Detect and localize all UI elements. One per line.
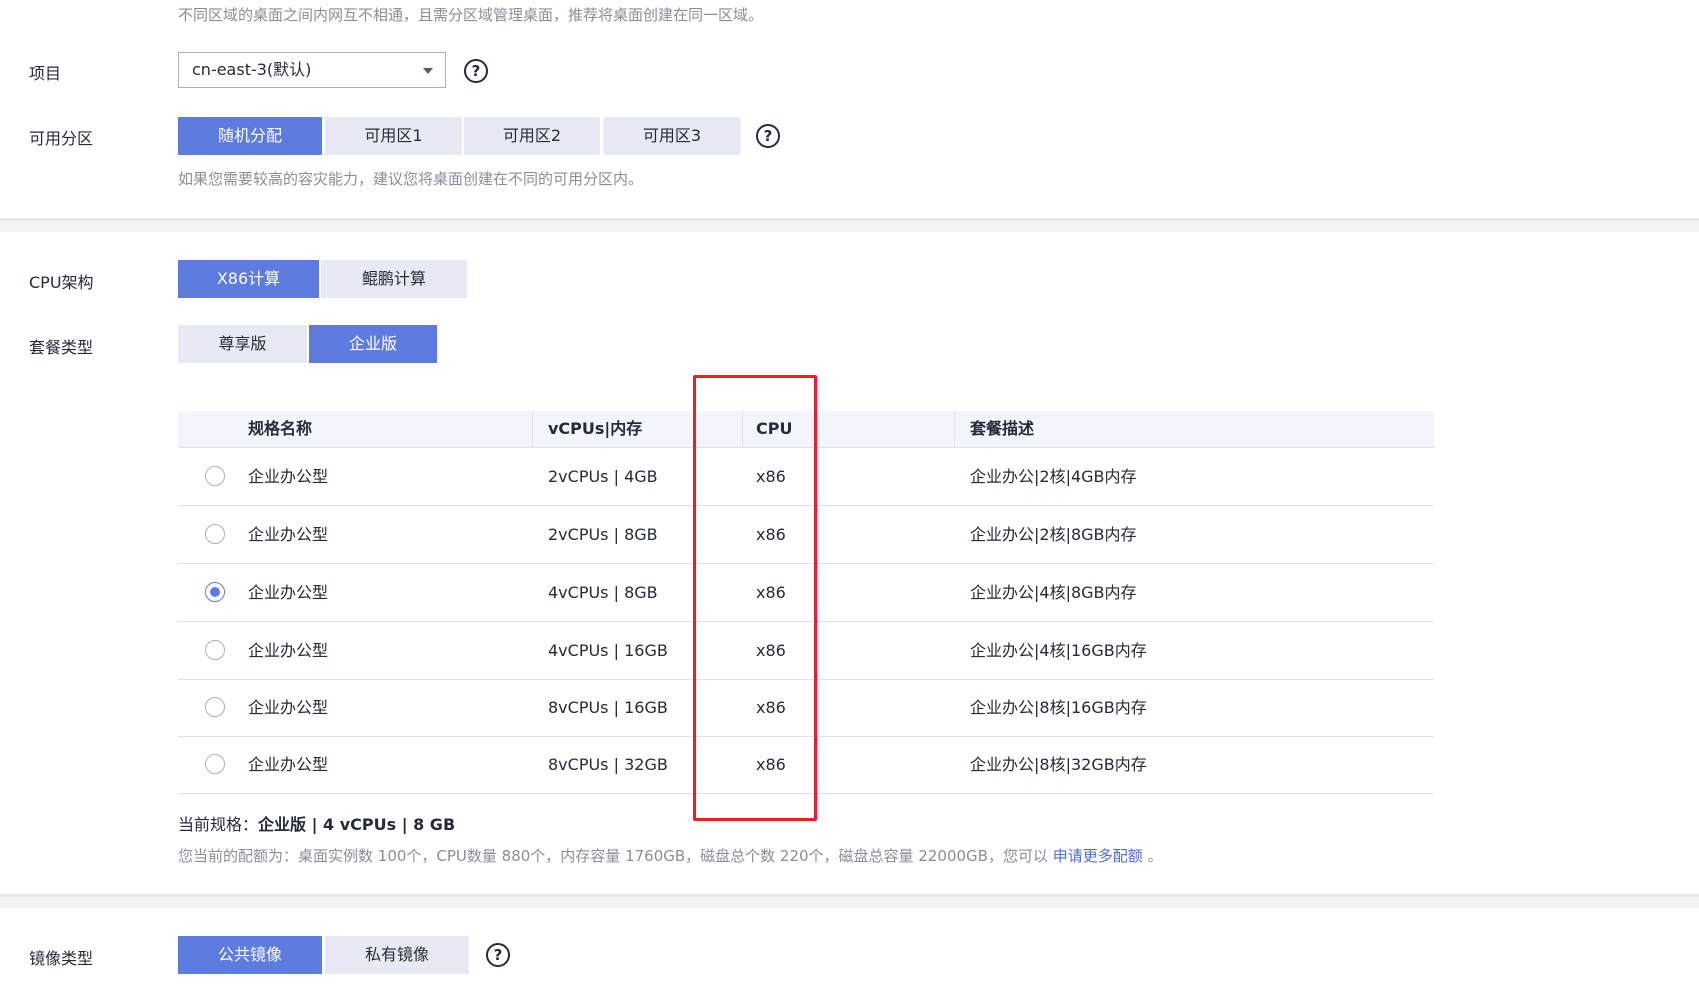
image-type-help-icon[interactable]: ? xyxy=(486,943,510,967)
row-radio[interactable] xyxy=(205,524,225,544)
package-type-premium[interactable]: 尊享版 xyxy=(178,325,307,363)
caret-down-icon xyxy=(423,68,433,74)
row-desc: 企业办公|4核|16GB内存 xyxy=(970,641,1147,660)
row-desc: 企业办公|8核|32GB内存 xyxy=(970,755,1147,774)
image-type-label: 镜像类型 xyxy=(29,949,94,968)
row-radio[interactable] xyxy=(205,466,225,486)
cpu-arch-kunpeng[interactable]: 鲲鹏计算 xyxy=(321,260,467,298)
region-hint: 不同区域的桌面之间内网互不相通，且需分区域管理桌面，推荐将桌面创建在同一区域。 xyxy=(178,6,764,24)
project-select[interactable]: cn-east-3(默认) xyxy=(178,52,446,88)
row-spec: 4vCPUs | 16GB xyxy=(548,641,668,660)
section-divider xyxy=(0,218,1699,232)
quota-suffix: 。 xyxy=(1147,847,1163,865)
cpu-column-highlight-box xyxy=(693,375,817,821)
zone-option-3[interactable]: 可用区3 xyxy=(603,117,741,155)
image-type-private[interactable]: 私有镜像 xyxy=(325,936,469,974)
zone-hint: 如果您需要较高的容灾能力，建议您将桌面创建在不同的可用分区内。 xyxy=(178,170,644,188)
row-desc: 企业办公|4核|8GB内存 xyxy=(970,583,1137,602)
project-help-icon[interactable]: ? xyxy=(464,59,488,83)
row-spec: 2vCPUs | 8GB xyxy=(548,525,658,544)
project-select-value: cn-east-3(默认) xyxy=(192,60,312,79)
row-spec-name: 企业办公型 xyxy=(248,755,329,774)
row-radio[interactable] xyxy=(205,697,225,717)
row-desc: 企业办公|2核|4GB内存 xyxy=(970,467,1137,486)
row-radio[interactable] xyxy=(205,640,225,660)
quota-text: 您当前的配额为：桌面实例数 100个，CPU数量 880个，内存容量 1760G… xyxy=(178,847,1048,865)
header-vcpus-memory: vCPUs|内存 xyxy=(548,419,643,438)
row-spec: 8vCPUs | 16GB xyxy=(548,698,668,717)
row-spec-name: 企业办公型 xyxy=(248,583,329,602)
zone-option-random[interactable]: 随机分配 xyxy=(178,117,322,155)
cpu-arch-x86[interactable]: X86计算 xyxy=(178,260,319,298)
row-spec-name: 企业办公型 xyxy=(248,467,329,486)
current-spec: 当前规格：企业版 | 4 vCPUs | 8 GB xyxy=(178,811,455,835)
header-divider xyxy=(532,411,533,447)
header-divider xyxy=(954,411,955,447)
header-spec-name: 规格名称 xyxy=(248,419,313,438)
row-radio-selected[interactable] xyxy=(205,582,225,602)
package-type-enterprise[interactable]: 企业版 xyxy=(309,325,437,363)
row-spec-name: 企业办公型 xyxy=(248,641,329,660)
row-desc: 企业办公|2核|8GB内存 xyxy=(970,525,1137,544)
image-type-public[interactable]: 公共镜像 xyxy=(178,936,322,974)
current-spec-label: 当前规格： xyxy=(178,815,259,834)
current-spec-value: 企业版 | 4 vCPUs | 8 GB xyxy=(258,815,456,834)
package-type-label: 套餐类型 xyxy=(29,338,94,357)
zone-option-1[interactable]: 可用区1 xyxy=(325,117,462,155)
row-spec: 2vCPUs | 4GB xyxy=(548,467,658,486)
row-radio[interactable] xyxy=(205,754,225,774)
row-spec-name: 企业办公型 xyxy=(248,525,329,544)
zone-option-2[interactable]: 可用区2 xyxy=(464,117,600,155)
zone-help-icon[interactable]: ? xyxy=(756,124,780,148)
section-divider xyxy=(0,894,1699,908)
header-package-desc: 套餐描述 xyxy=(970,419,1035,438)
project-label: 项目 xyxy=(29,64,62,83)
row-desc: 企业办公|8核|16GB内存 xyxy=(970,698,1147,717)
row-spec: 4vCPUs | 8GB xyxy=(548,583,658,602)
request-quota-link[interactable]: 申请更多配额 xyxy=(1053,847,1143,865)
row-spec: 8vCPUs | 32GB xyxy=(548,755,668,774)
row-spec-name: 企业办公型 xyxy=(248,698,329,717)
zone-label: 可用分区 xyxy=(29,129,94,148)
cpu-arch-label: CPU架构 xyxy=(29,273,94,292)
quota-info: 您当前的配额为：桌面实例数 100个，CPU数量 880个，内存容量 1760G… xyxy=(178,845,1163,866)
